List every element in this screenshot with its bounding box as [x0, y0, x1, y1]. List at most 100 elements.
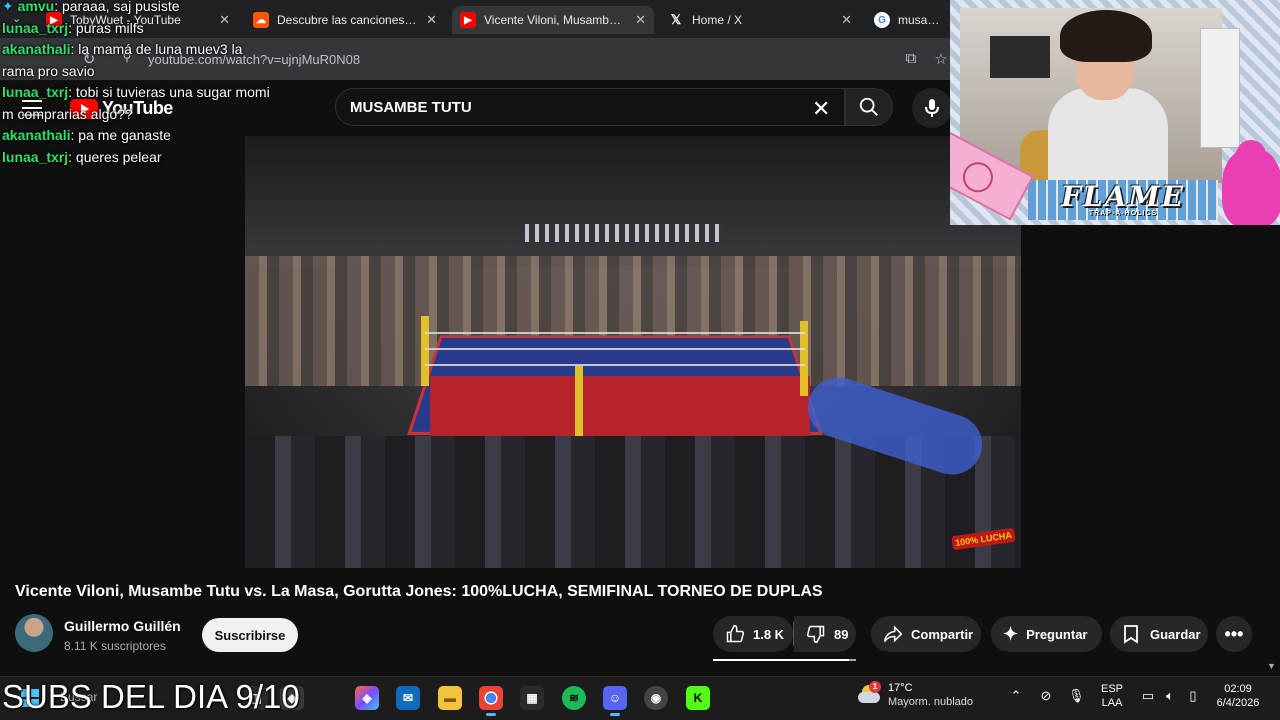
tab-title: Home / X: [692, 13, 743, 27]
scroll-down-arrow-icon[interactable]: ▼: [1267, 661, 1276, 671]
close-icon[interactable]: ✕: [426, 12, 437, 28]
spotify-icon[interactable]: ≋: [562, 686, 586, 710]
file-explorer-icon[interactable]: ▬: [438, 686, 462, 710]
google-icon: G: [874, 12, 890, 28]
chat-username: amvu: [17, 0, 55, 14]
language-top: ESP: [1100, 683, 1123, 695]
tab-title: Vicente Viloni, Musambe Tu: [484, 13, 628, 27]
bookmark-icon: [1124, 625, 1138, 644]
share-label: Compartir: [911, 626, 974, 642]
network-disabled-icon[interactable]: ⊘: [1038, 688, 1054, 704]
video-title: Vicente Viloni, Musambe Tutu vs. La Masa…: [15, 583, 823, 600]
banner-title: FLAME: [1061, 179, 1185, 213]
weather-widget[interactable]: 1 17°C Mayorm. nublado: [858, 681, 973, 709]
install-app-icon[interactable]: ⧉: [902, 50, 920, 68]
more-actions-button[interactable]: •••: [1216, 616, 1252, 652]
microphone-tray-icon[interactable]: 🎙︎: [1068, 688, 1085, 704]
volume-icon[interactable]: 🔈︎: [1162, 688, 1178, 704]
stream-chat: ✦ amvu: paraaa, saj pusiste lunaa_txrj: …: [2, 0, 272, 168]
chat-text: pa me ganaste: [78, 127, 171, 143]
tab-google-musambe[interactable]: G musambe: [866, 6, 950, 34]
video-ceiling: [245, 136, 1021, 266]
x-icon: 𝕏: [670, 12, 682, 27]
chrome-icon[interactable]: [479, 686, 503, 716]
video-ring-rope: [425, 332, 805, 334]
share-button[interactable]: Compartir: [871, 616, 981, 652]
like-button[interactable]: 1.8 K: [713, 616, 793, 652]
microsoft-store-icon[interactable]: ▦: [520, 686, 544, 710]
chat-message: lunaa_txrj: queres pelear: [2, 148, 162, 165]
webcam-poster: [990, 36, 1050, 78]
subs-counter-overlay: SUBS DEL DIA 9/10: [2, 678, 300, 715]
chat-username: lunaa_txrj: [2, 148, 69, 165]
battery-icon[interactable]: ▯: [1185, 688, 1201, 704]
like-ratio-bar: [713, 659, 856, 661]
tab-title: musambe: [898, 13, 942, 27]
tab-title: Descubre las canciones más: [277, 13, 419, 27]
webcam-fridge: [1200, 28, 1240, 148]
video-ring-rope: [425, 348, 805, 350]
voice-search-button[interactable]: [912, 88, 952, 128]
chat-username: lunaa_txrj: [2, 84, 69, 100]
chat-username: akanathali: [2, 41, 71, 57]
close-icon[interactable]: ✕: [635, 12, 646, 28]
dislike-button[interactable]: 89: [794, 616, 856, 652]
like-count: 1.8 K: [753, 626, 785, 642]
save-label: Guardar: [1150, 626, 1201, 642]
chat-text: queres pelear: [75, 148, 162, 165]
chat-text: paraaa, saj pusiste: [61, 0, 180, 14]
video-ring-apron: [430, 376, 810, 436]
like-ratio-fill: [713, 659, 849, 661]
video-lights: [525, 224, 725, 242]
subscriber-count: 8.11 K suscriptores: [64, 639, 166, 653]
chat-message: lunaa_txrj: tobi si tuvieras una sugar m…: [2, 84, 270, 122]
search-input[interactable]: MUSAMBE TUTU: [335, 88, 845, 126]
ask-button[interactable]: ✦ Preguntar: [991, 616, 1102, 652]
kick-icon[interactable]: K: [686, 686, 710, 710]
tab-vicente-viloni[interactable]: ▶ Vicente Viloni, Musambe Tu ✕: [452, 6, 654, 34]
more-dots-icon: •••: [1224, 623, 1244, 644]
dislike-count: 89: [834, 626, 849, 642]
outlook-icon[interactable]: ✉: [396, 686, 420, 710]
webcam-banner: FLAME TRAP-A-HOLICS: [1028, 180, 1218, 220]
microphone-icon: [925, 99, 939, 117]
clear-search-icon[interactable]: ✕: [812, 96, 830, 122]
chat-username: akanathali: [2, 127, 71, 143]
weather-temperature: 17°C: [888, 682, 913, 694]
clock-time: 02:09: [1224, 683, 1252, 695]
webcam-streamer-shirt: [1048, 88, 1168, 183]
ask-label: Preguntar: [1026, 626, 1088, 642]
obs-icon[interactable]: ◉: [644, 686, 668, 710]
sparkle-icon: ✦: [1003, 623, 1019, 644]
banner-subtitle: TRAP-A-HOLICS: [1088, 209, 1158, 217]
webcam-overlay: FLAME TRAP-A-HOLICS: [950, 0, 1280, 225]
chat-message: akanathali: pa me ganaste: [2, 127, 171, 143]
video-ring-rope: [425, 364, 805, 366]
close-icon[interactable]: ✕: [841, 12, 852, 28]
search-button[interactable]: [845, 88, 893, 126]
chat-text: puras milfs: [75, 19, 144, 36]
thumbs-up-icon: [726, 624, 745, 643]
screen: ⌄ ▶ TobyWuet - YouTube ✕ ☁ Descubre las …: [0, 0, 1280, 720]
copilot-icon[interactable]: ◈: [355, 686, 379, 710]
display-icon[interactable]: ▭: [1140, 688, 1156, 704]
channel-avatar[interactable]: [15, 614, 53, 652]
channel-name[interactable]: Guillermo Guillén: [64, 618, 181, 634]
language-indicator[interactable]: ESP LAA: [1098, 682, 1126, 710]
search-icon: [859, 97, 878, 116]
clock[interactable]: 02:09 6/4/2026: [1210, 682, 1266, 710]
language-bottom: LAA: [1101, 697, 1123, 709]
chat-message: akanathali: la mamá de luna muev3 la ram…: [2, 41, 243, 79]
webcam-streamer-hair: [1060, 10, 1152, 62]
youtube-icon: ▶: [460, 12, 476, 28]
discord-icon[interactable]: ☺: [603, 686, 627, 716]
clock-date: 6/4/2026: [1216, 697, 1260, 709]
subscribe-button[interactable]: Suscribirse: [202, 618, 298, 652]
tab-soundcloud[interactable]: ☁ Descubre las canciones más ✕: [245, 6, 445, 34]
bookmark-star-icon[interactable]: ☆: [932, 50, 950, 68]
show-hidden-icons-chevron[interactable]: ⌃: [1008, 688, 1024, 704]
pink-buddha-icon: [1222, 140, 1280, 225]
save-button[interactable]: Guardar: [1110, 616, 1208, 652]
tab-x-home[interactable]: 𝕏 Home / X ✕: [660, 6, 860, 34]
video-player[interactable]: 100% LUCHA: [245, 136, 1021, 568]
